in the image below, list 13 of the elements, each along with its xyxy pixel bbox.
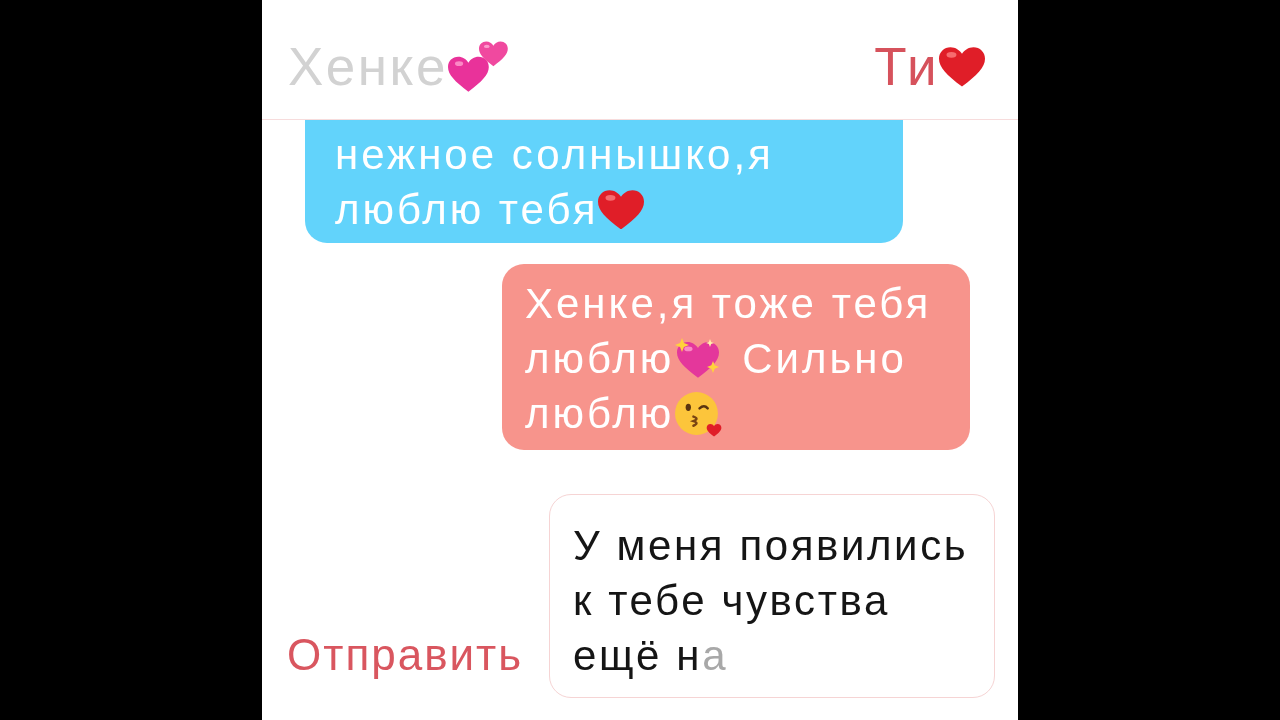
heart-icon bbox=[939, 47, 985, 87]
send-button[interactable]: Отправить bbox=[287, 627, 524, 682]
message-input[interactable]: У меня появились к тебе чувства ещё на bbox=[549, 494, 995, 698]
message-text: люблю bbox=[525, 334, 675, 384]
message-text: нежное солнышко,я bbox=[335, 130, 774, 180]
kissing-face-icon bbox=[674, 390, 723, 437]
heart-icon bbox=[598, 189, 645, 230]
participant-tab[interactable]: Ти bbox=[874, 37, 985, 97]
message-text: люблю bbox=[525, 389, 675, 439]
message-text: люблю тебя bbox=[335, 185, 599, 235]
two-hearts-icon bbox=[447, 39, 508, 95]
message-text: Хенке,я тоже тебя bbox=[525, 279, 932, 329]
message-text: Сильно bbox=[742, 334, 907, 384]
